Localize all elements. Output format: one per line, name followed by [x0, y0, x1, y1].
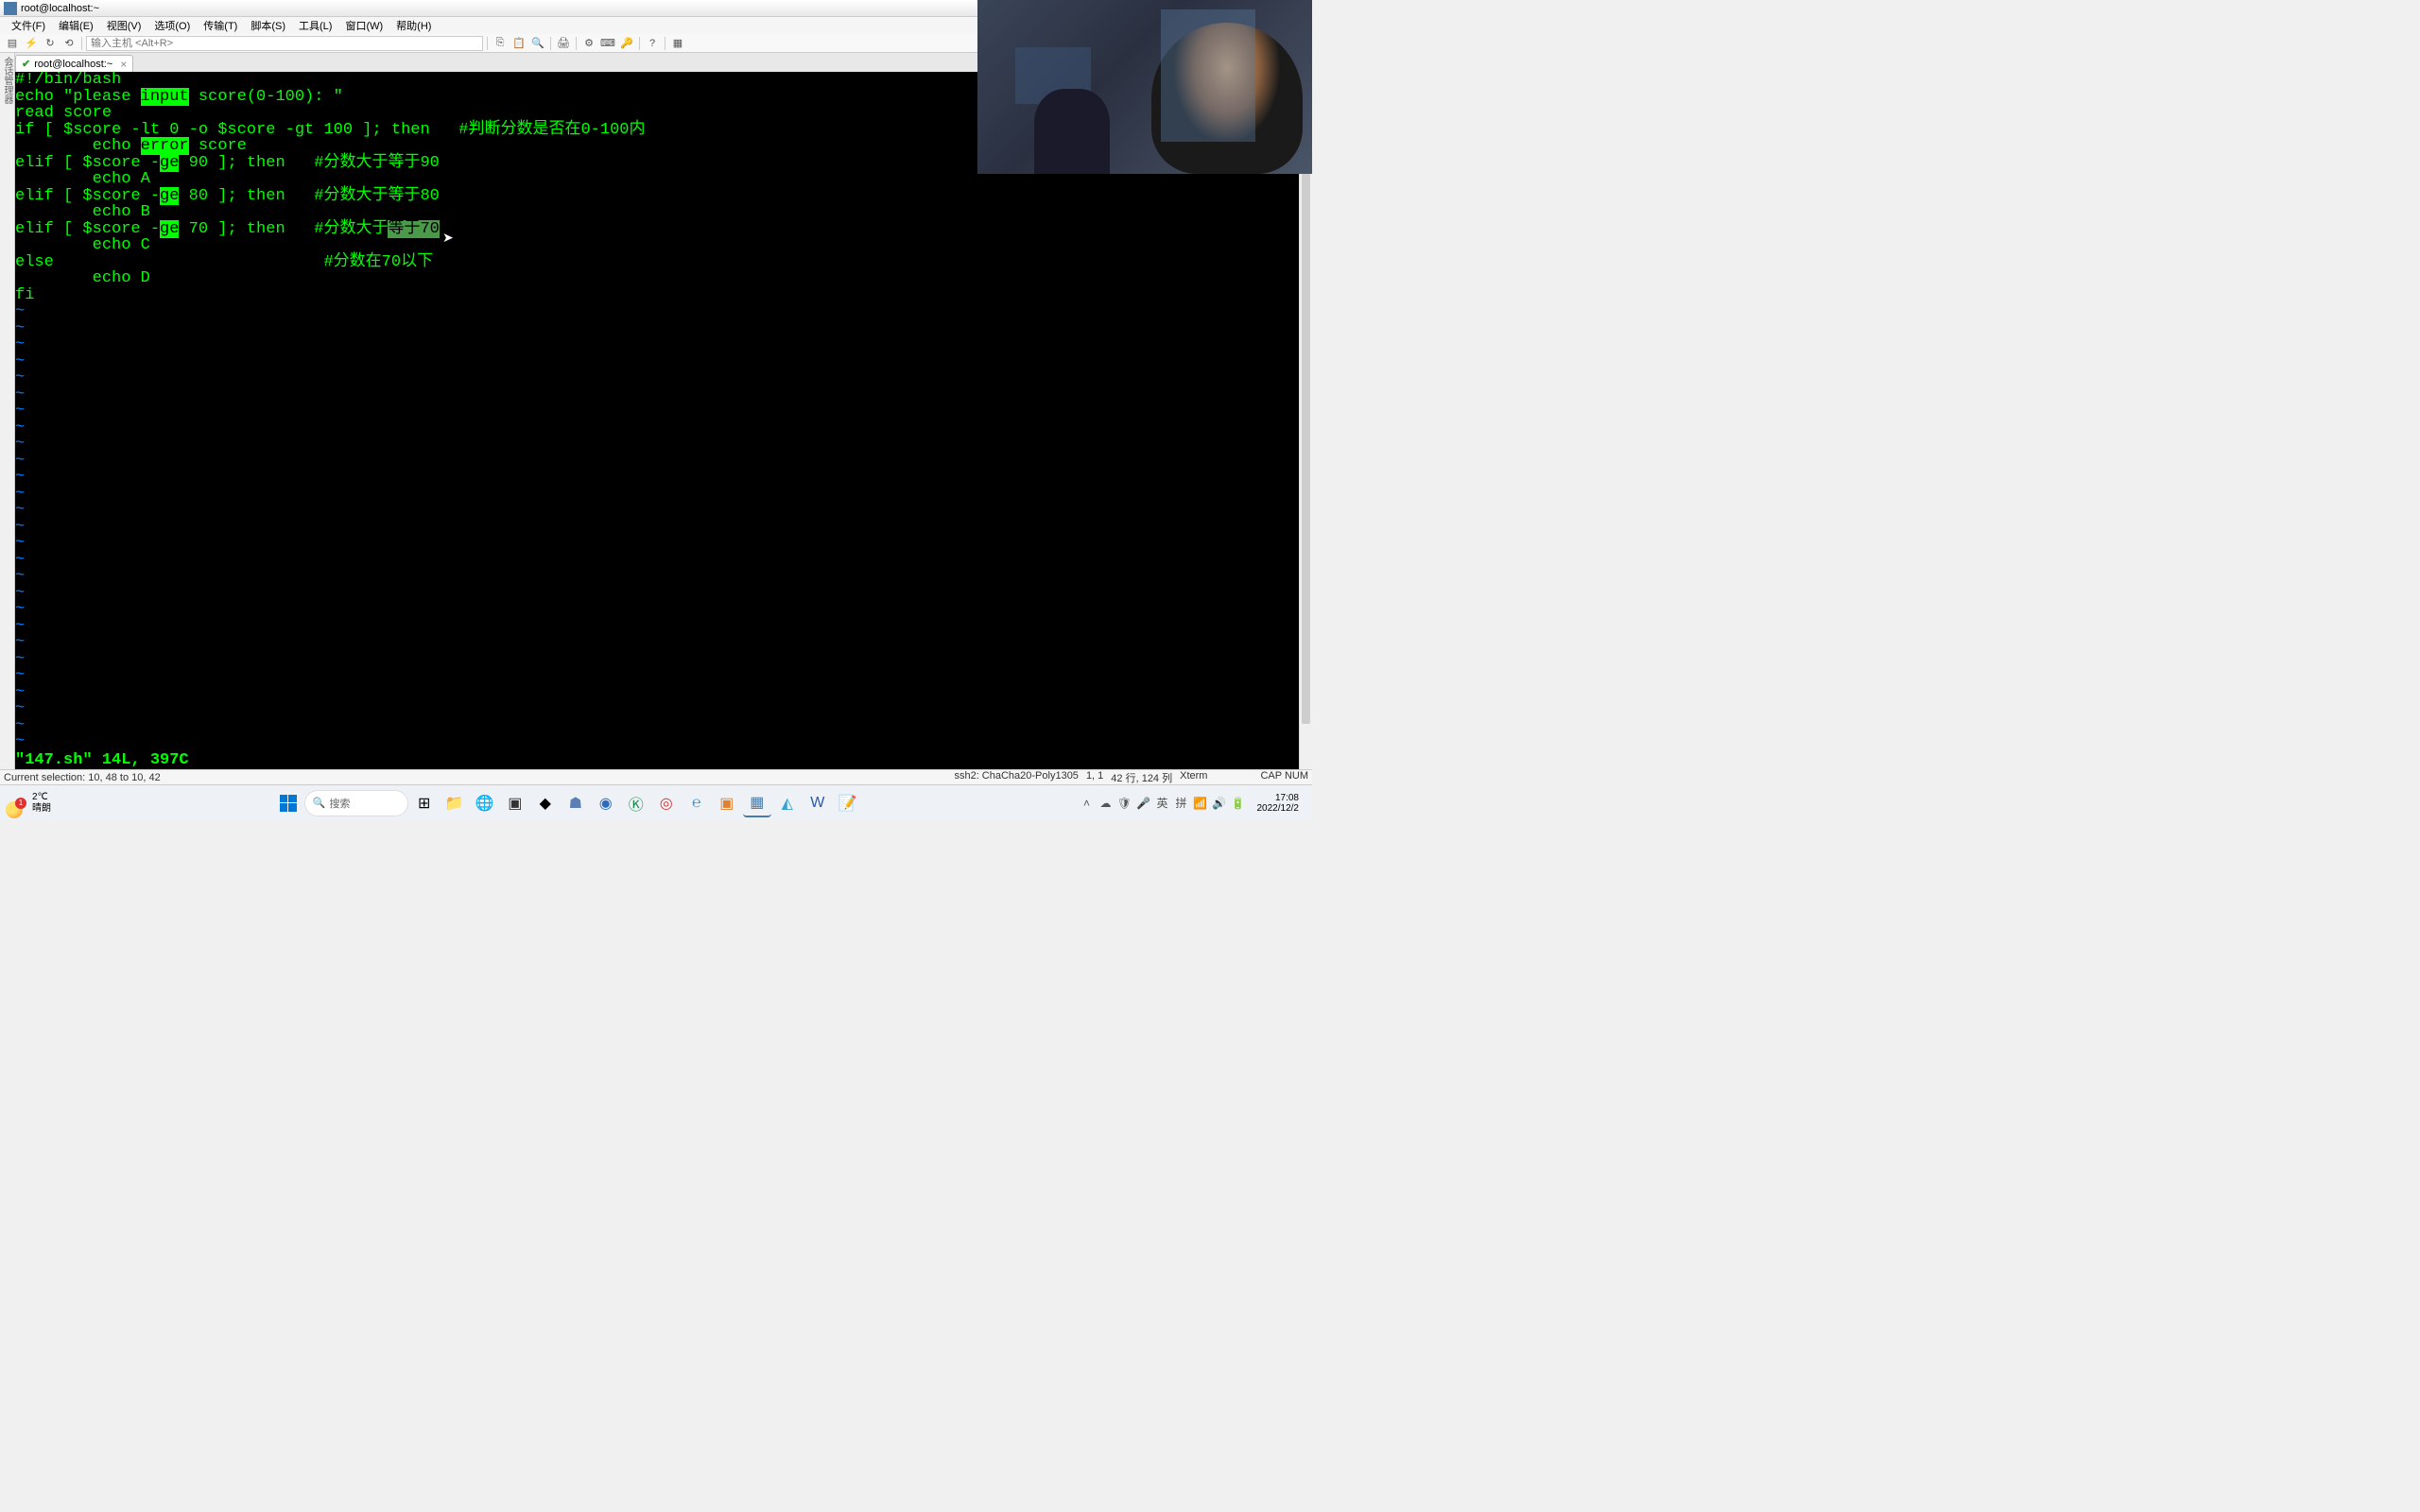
app-icon-red[interactable]: ◎	[652, 789, 681, 817]
app-icon	[4, 2, 17, 15]
tray-chevron-icon[interactable]: ˄	[1080, 796, 1095, 811]
status-cursor-pos: 1, 1	[1086, 770, 1103, 785]
window-title: root@localhost:~	[21, 3, 99, 14]
toolbar-print-icon[interactable]: 🖨	[555, 36, 572, 51]
clock-time: 17:08	[1275, 793, 1299, 803]
toolbar-separator	[576, 37, 577, 50]
tab-title: root@localhost:~	[34, 59, 112, 70]
toolbar-sessions-icon[interactable]: ▤	[4, 36, 21, 51]
session-manager-sidebar[interactable]: 会话管理器	[0, 53, 15, 782]
toolbar-settings-icon[interactable]: ⚙	[580, 36, 597, 51]
app-icon-browser[interactable]: ℮	[683, 789, 711, 817]
toolbar-copy-icon[interactable]: ⎘	[492, 36, 509, 51]
toolbar-help-icon[interactable]: ?	[644, 36, 661, 51]
menu-tools[interactable]: 工具(L)	[293, 17, 337, 34]
word-icon[interactable]: W	[804, 789, 832, 817]
explorer-icon[interactable]: 📁	[441, 789, 469, 817]
system-tray[interactable]: ˄ ☁ 🛡 🎤 英 拼 📶 🔊 🔋 17:08 2022/12/2	[1074, 793, 1313, 814]
toolbar-separator	[487, 37, 488, 50]
menu-window[interactable]: 窗口(W)	[339, 17, 389, 34]
toolbar-separator	[81, 37, 82, 50]
toolbar-find-icon[interactable]: 🔍	[529, 36, 546, 51]
toolbar-extra-icon[interactable]: ▦	[669, 36, 686, 51]
clock-date: 2022/12/2	[1257, 803, 1300, 814]
tray-ime-2[interactable]: 拼	[1174, 796, 1189, 811]
status-size: 42 行, 124 列	[1111, 770, 1172, 785]
menu-help[interactable]: 帮助(H)	[390, 17, 437, 34]
notes-icon[interactable]: 📝	[834, 789, 862, 817]
app-icon-1[interactable]: ☗	[562, 789, 590, 817]
toolbar-quickconnect-icon[interactable]: ⚡	[23, 36, 40, 51]
tray-battery-icon[interactable]: 🔋	[1231, 796, 1246, 811]
tray-wifi-icon[interactable]: 📶	[1193, 796, 1208, 811]
connected-icon: ✔	[22, 58, 30, 70]
tray-security-icon[interactable]: 🛡	[1117, 796, 1132, 811]
status-protocol: ssh2: ChaCha20-Poly1305	[954, 770, 1078, 785]
status-caps-num: CAP NUM	[1260, 770, 1308, 785]
toolbar-disconnect-icon[interactable]: ⟲	[60, 36, 78, 51]
weather-desc: 晴朗	[32, 803, 51, 815]
weather-widget[interactable]: 1 2℃ 晴朗	[0, 792, 62, 815]
menu-file[interactable]: 文件(F)	[6, 17, 51, 34]
app-icon-2[interactable]: ◉	[592, 789, 620, 817]
notification-badge: 1	[15, 798, 26, 809]
status-selection: Current selection: 10, 48 to 10, 42	[4, 772, 161, 783]
menu-transfer[interactable]: 传输(T)	[198, 17, 243, 34]
menu-script[interactable]: 脚本(S)	[245, 17, 291, 34]
tray-onedrive-icon[interactable]: ☁	[1098, 796, 1114, 811]
tray-ime-1[interactable]: 英	[1155, 796, 1170, 811]
text-selection: 等于70	[388, 220, 439, 238]
securecrt-icon[interactable]: ▦	[743, 789, 771, 817]
status-terminal-type: Xterm	[1180, 770, 1207, 785]
toolbar-separator	[550, 37, 551, 50]
windows-logo-icon	[280, 795, 297, 812]
github-icon[interactable]: ◆	[531, 789, 560, 817]
menu-view[interactable]: 视图(V)	[101, 17, 147, 34]
search-icon: 🔍	[313, 797, 326, 809]
tray-mic-icon[interactable]: 🎤	[1136, 796, 1151, 811]
app-statusbar: Current selection: 10, 48 to 10, 42 ssh2…	[0, 769, 1312, 784]
weather-temp: 2℃	[32, 792, 51, 803]
sidebar-label: 会话管理器	[2, 57, 12, 104]
close-tab-icon[interactable]: ×	[120, 58, 127, 71]
taskbar-search[interactable]: 🔍 搜索	[304, 790, 408, 816]
toolbar-separator	[665, 37, 666, 50]
toolbar-reconnect-icon[interactable]: ↻	[42, 36, 59, 51]
toolbar-paste-icon[interactable]: 📋	[510, 36, 527, 51]
start-button[interactable]	[274, 789, 302, 817]
host-input[interactable]	[86, 36, 483, 51]
vim-status-line: "147.sh" 14L, 397C	[15, 751, 1299, 769]
terminal-app-icon[interactable]: ▣	[501, 789, 529, 817]
task-view-icon[interactable]: ⊞	[410, 789, 439, 817]
webcam-overlay	[977, 0, 1312, 174]
tray-volume-icon[interactable]: 🔊	[1212, 796, 1227, 811]
search-placeholder: 搜索	[329, 796, 350, 811]
taskbar-clock[interactable]: 17:08 2022/12/2	[1250, 793, 1307, 814]
menu-options[interactable]: 选项(O)	[148, 17, 196, 34]
app-icon-mountain[interactable]: ◭	[773, 789, 802, 817]
toolbar-separator	[639, 37, 640, 50]
app-icon-k[interactable]: Ⓚ	[622, 789, 650, 817]
toolbar-key-icon[interactable]: 🔑	[618, 36, 635, 51]
toolbar-keyboard-icon[interactable]: ⌨	[599, 36, 616, 51]
terminal[interactable]: #!/bin/bash echo "please input score(0-1…	[15, 72, 1299, 769]
edge-icon[interactable]: 🌐	[471, 789, 499, 817]
app-icon-orange[interactable]: ▣	[713, 789, 741, 817]
session-tab[interactable]: ✔ root@localhost:~ ×	[15, 55, 133, 72]
windows-taskbar: 1 2℃ 晴朗 🔍 搜索 ⊞ 📁 🌐 ▣ ◆ ☗ ◉ Ⓚ ◎ ℮ ▣ ▦ ◭ W…	[0, 784, 1312, 820]
menu-edit[interactable]: 编辑(E)	[53, 17, 99, 34]
